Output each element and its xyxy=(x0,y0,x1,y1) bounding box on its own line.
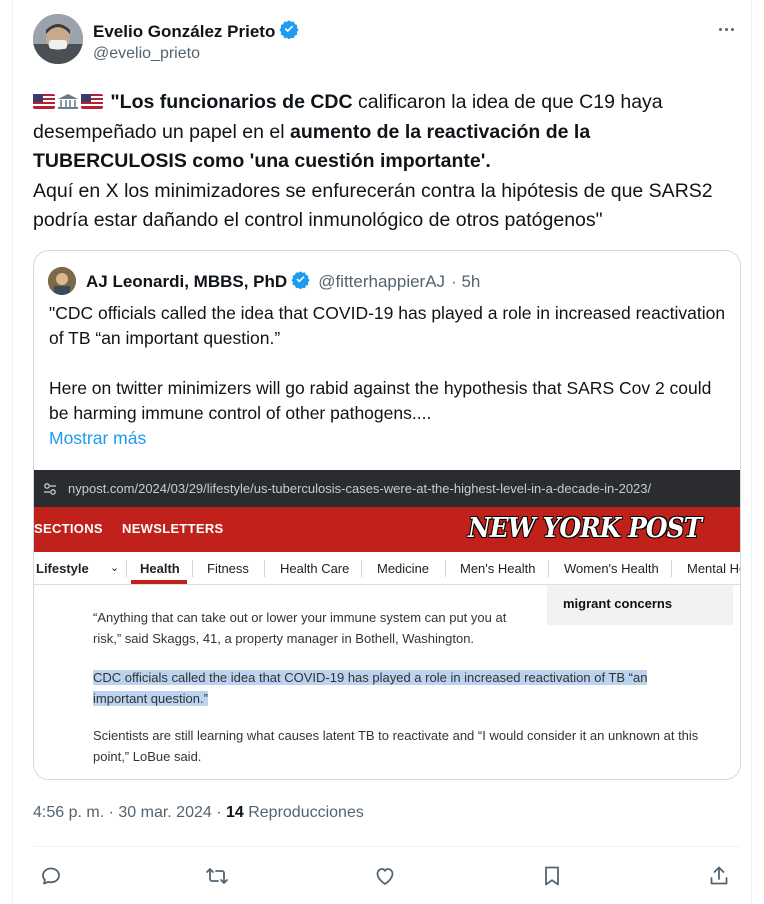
nav-item-health-care: Health Care xyxy=(280,561,350,576)
nypost-logo: NEW YORK POST xyxy=(468,513,702,544)
author-name[interactable]: Evelio González Prieto xyxy=(93,19,299,44)
chevron-down-icon: ⌄ xyxy=(110,562,120,574)
author-avatar[interactable] xyxy=(33,14,83,64)
browser-url-text: nypost.com/2024/03/29/lifestyle/us-tuber… xyxy=(68,481,652,496)
tweet-meta: 4:56 p. m. · 30 mar. 2024 · 14 Reproducc… xyxy=(33,804,364,822)
nav-item-mental-health: Mental He xyxy=(687,561,740,576)
nav-divider xyxy=(126,560,127,577)
divider xyxy=(33,846,741,847)
views-count: 14 xyxy=(225,804,244,821)
show-more-link[interactable]: Mostrar más xyxy=(49,426,729,451)
tweet-bold-1: "Los funcionarios de CDC xyxy=(110,91,353,113)
verified-badge-icon xyxy=(291,270,310,294)
quoted-para-1: "CDC officials called the idea that COVI… xyxy=(49,303,726,348)
repost-icon[interactable] xyxy=(205,864,231,890)
nav-divider xyxy=(361,560,362,577)
tweet-timestamp[interactable]: 4:56 p. m. · 30 mar. 2024 · xyxy=(33,804,226,821)
tweet-text-2: Aquí en X los minimizadores se enfurecer… xyxy=(33,179,713,232)
site-settings-icon xyxy=(44,482,56,495)
nypost-nav-tabs: Lifestyle ⌄ Health Fitness Health Care M… xyxy=(34,552,740,585)
quoted-media-image[interactable]: nypost.com/2024/03/29/lifestyle/us-tuber… xyxy=(34,470,740,779)
nav-item-medicine: Medicine xyxy=(377,561,430,576)
quoted-header: AJ Leonardi, MBBS, PhD @fitterhappierAJ … xyxy=(86,270,480,294)
nav-divider xyxy=(264,560,265,577)
verified-badge-icon xyxy=(279,19,299,44)
bookmark-icon[interactable] xyxy=(540,864,566,890)
views-label: Reproducciones xyxy=(243,804,364,821)
share-icon[interactable] xyxy=(707,864,733,890)
nav-item-fitness: Fitness xyxy=(207,561,249,576)
like-icon[interactable] xyxy=(373,864,399,890)
tweet-text: "Los funcionarios de CDC calificaron la … xyxy=(33,88,743,236)
author-name-text[interactable]: Evelio González Prieto xyxy=(93,22,275,42)
nav-item-lifestyle: Lifestyle xyxy=(36,561,89,576)
highlighted-text: CDC officials called the idea that COVID… xyxy=(93,670,648,706)
article-para-1: “Anything that can take out or lower you… xyxy=(93,610,507,646)
sections-label: SECTIONS xyxy=(34,521,103,536)
sidebar-text: migrant concerns xyxy=(563,596,673,611)
us-flag-icon xyxy=(33,94,55,109)
article-para-2-highlighted: CDC officials called the idea that COVID… xyxy=(93,667,693,709)
more-options-icon[interactable] xyxy=(715,18,737,40)
quoted-tweet[interactable]: AJ Leonardi, MBBS, PhD @fitterhappierAJ … xyxy=(33,250,741,780)
nav-divider xyxy=(548,560,549,577)
sidebar-box: migrant concerns xyxy=(547,585,733,625)
classical-building-icon xyxy=(58,94,78,109)
nav-item-mens-health: Men's Health xyxy=(460,561,536,576)
action-bar xyxy=(13,860,753,894)
nav-divider xyxy=(192,560,193,577)
quoted-text: "CDC officials called the idea that COVI… xyxy=(49,301,729,451)
quoted-time[interactable]: · 5h xyxy=(451,272,480,292)
browser-url-bar: nypost.com/2024/03/29/lifestyle/us-tuber… xyxy=(34,470,740,507)
article-body: migrant concerns “Anything that can take… xyxy=(34,585,740,779)
nypost-header-bar: SECTIONS NEWSLETTERS NEW YORK POST xyxy=(34,507,740,552)
article-para-3: Scientists are still learning what cause… xyxy=(93,728,699,764)
nav-divider xyxy=(445,560,446,577)
nav-item-health: Health xyxy=(140,561,180,576)
us-flag-icon xyxy=(81,94,103,109)
reply-icon[interactable] xyxy=(39,864,65,890)
nav-item-womens-health: Women's Health xyxy=(564,561,659,576)
quoted-author-avatar[interactable] xyxy=(48,267,76,295)
nav-divider xyxy=(671,560,672,577)
quoted-para-2: Here on twitter minimizers will go rabid… xyxy=(49,378,712,423)
tweet-emoji-prefix xyxy=(33,91,110,113)
newsletters-label: NEWSLETTERS xyxy=(122,521,224,536)
author-handle[interactable]: @evelio_prieto xyxy=(93,45,200,63)
tweet-card: Evelio González Prieto @evelio_prieto "L… xyxy=(12,0,752,904)
nav-active-underline xyxy=(131,580,187,584)
quoted-author-name[interactable]: AJ Leonardi, MBBS, PhD xyxy=(86,272,287,292)
quoted-author-handle[interactable]: @fitterhappierAJ xyxy=(318,272,445,292)
